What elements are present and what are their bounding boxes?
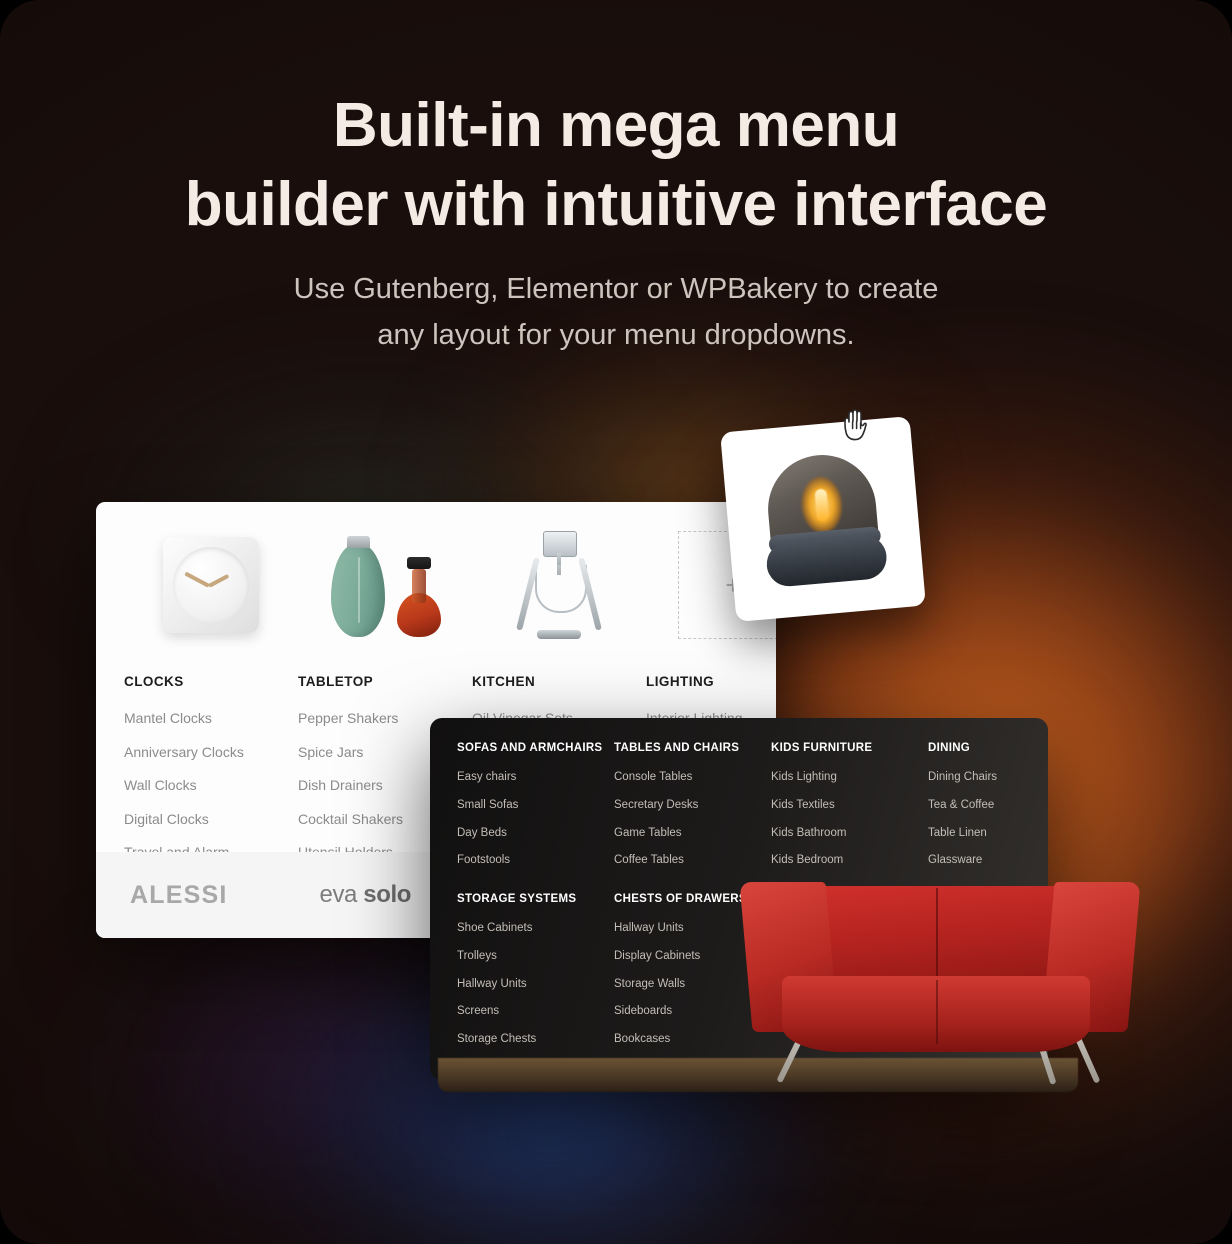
eva-logo-light: eva [319,881,364,908]
menu-column-tables-and-chairs: TABLES AND CHAIRS Console Tables Secreta… [614,742,771,882]
menu-column-title: CLOCKS [124,674,184,689]
page-title: Built-in mega menu builder with intuitiv… [0,86,1232,245]
menu-link[interactable]: Anniversary Clocks [124,744,298,762]
menu-column-sofas-and-armchairs: SOFAS AND ARMCHAIRS Easy chairs Small So… [457,742,614,882]
menu-column-chests-of-drawers: CHESTS OF DRAWERS Hallway Units Display … [614,893,771,1061]
dragged-product-card[interactable] [720,416,926,622]
dome-lamp-icon [752,449,895,588]
menu-link[interactable]: Storage Chests [457,1033,614,1047]
menu-link[interactable]: Glassware [928,854,1048,868]
menu-link[interactable]: Hallway Units [614,922,771,936]
menu-link[interactable]: Digital Clocks [124,811,298,829]
alessi-logo[interactable]: ALESSI [130,881,228,910]
menu-link[interactable]: Dining Chairs [928,771,1048,785]
headline-line-1: Built-in mega menu [332,91,900,160]
eva-logo-bold: solo [363,881,412,908]
wall-clock-icon [163,537,259,633]
menu-column-title: CHESTS OF DRAWERS [614,893,747,905]
menu-link[interactable]: Easy chairs [457,771,614,785]
menu-link[interactable]: Day Beds [457,827,614,841]
menu-column-kids-furniture: KIDS FURNITURE Kids Lighting Kids Textil… [771,742,928,882]
menu-column-title: TABLETOP [298,674,374,689]
headline-line-2: builder with intuitive interface [184,170,1048,240]
carafe-icon [325,533,445,637]
menu-column-dining: DINING Dining Chairs Tea & Coffee Table … [928,742,1048,882]
menu-column-title: DINING [928,742,971,754]
menu-link[interactable]: Trolleys [457,950,614,964]
eva-solo-logo[interactable]: eva solo [320,881,412,909]
menu-link[interactable]: Footstools [457,854,614,868]
menu-link[interactable]: Table Linen [928,827,1048,841]
menu-link[interactable]: Secretary Desks [614,799,771,813]
menu-column-title: SOFAS AND ARMCHAIRS [457,742,603,754]
menu-link[interactable]: Tea & Coffee [928,799,1048,813]
menu-link[interactable]: Storage Walls [614,978,771,992]
clock-thumbnail [124,530,298,640]
menu-link[interactable]: Small Sofas [457,799,614,813]
page-subtitle: Use Gutenberg, Elementor or WPBakery to … [176,267,1056,359]
dark-menu-row-1: SOFAS AND ARMCHAIRS Easy chairs Small So… [457,742,1048,882]
menu-column-title: KITCHEN [472,674,536,689]
menu-link[interactable]: Screens [457,1005,614,1019]
menu-link[interactable]: Game Tables [614,827,771,841]
menu-column-storage-systems: STORAGE SYSTEMS Shoe Cabinets Trolleys H… [457,893,614,1061]
menu-link[interactable]: Shoe Cabinets [457,922,614,936]
dark-mega-menu-card[interactable]: SOFAS AND ARMCHAIRS Easy chairs Small So… [430,718,1048,1080]
menu-column-title: TABLES AND CHAIRS [614,742,740,754]
menu-link[interactable]: Coffee Tables [614,854,771,868]
menu-link[interactable]: Console Tables [614,771,771,785]
menu-column-title: LIGHTING [646,674,715,689]
menu-column-title: STORAGE SYSTEMS [457,893,577,905]
menu-column-clocks: CLOCKS Mantel Clocks Anniversary Clocks … [124,530,298,878]
menu-column-title: KIDS FURNITURE [771,742,873,754]
subhead-line-2: any layout for your menu dropdowns. [377,318,855,351]
menu-link[interactable]: Display Cabinets [614,950,771,964]
menu-link[interactable]: Kids Lighting [771,771,928,785]
menu-link[interactable]: Hallway Units [457,978,614,992]
menu-link[interactable]: Mantel Clocks [124,710,298,728]
header-block: Built-in mega menu builder with intuitiv… [0,86,1232,358]
dark-menu-row-2: STORAGE SYSTEMS Shoe Cabinets Trolleys H… [457,893,771,1061]
citrus-juicer-icon [516,531,602,639]
menu-link[interactable]: Kids Textiles [771,799,928,813]
tabletop-thumbnail [298,530,472,640]
promo-stage: Built-in mega menu builder with intuitiv… [0,0,1232,1244]
menu-link[interactable]: Kids Bedroom [771,854,928,868]
menu-link[interactable]: Bookcases [614,1033,771,1047]
menu-link[interactable]: Kids Bathroom [771,827,928,841]
kitchen-thumbnail [472,530,646,640]
menu-link[interactable]: Wall Clocks [124,777,298,795]
menu-link[interactable]: Sideboards [614,1005,771,1019]
subhead-line-1: Use Gutenberg, Elementor or WPBakery to … [293,272,939,305]
